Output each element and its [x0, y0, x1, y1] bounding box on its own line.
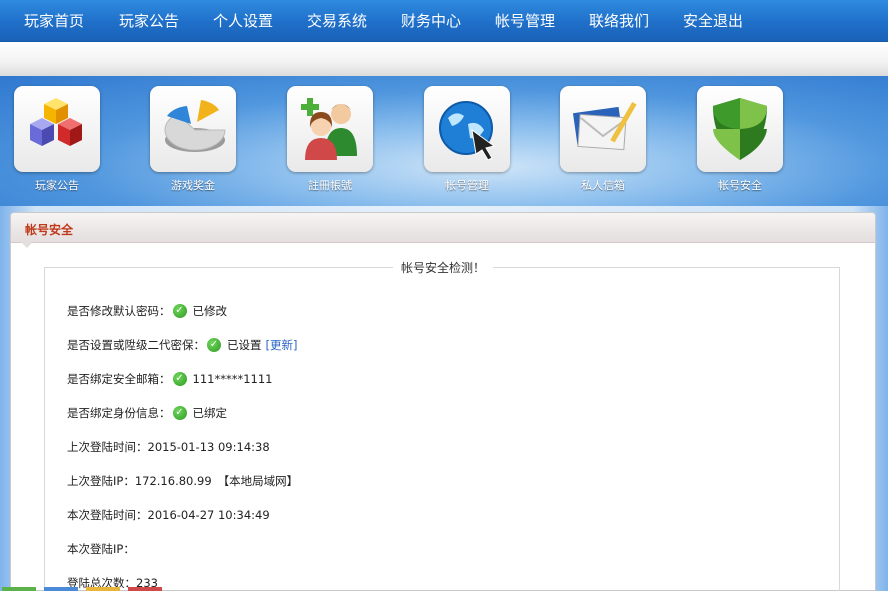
shortcut-label: 帐号安全 — [718, 179, 762, 192]
shortcut-game-bonus[interactable] — [150, 86, 236, 172]
current-login-time-label: 本次登陆时间： — [67, 508, 148, 522]
current-login-ip-label: 本次登陆IP： — [67, 542, 135, 556]
last-login-ip-value: 172.16.80.99 — [134, 474, 212, 488]
security-check-fieldset: 帐号安全检测！ 是否修改默认密码： ✓ 已修改 是否设置或陞级二代密保： ✓ 已… — [44, 259, 840, 591]
bottom-tab-yellow — [86, 587, 120, 591]
bottom-tab-green — [2, 587, 36, 591]
shortcut-label: 註冊帳號 — [308, 179, 352, 192]
check-icon: ✓ — [172, 372, 187, 386]
check-icon: ✓ — [172, 304, 187, 318]
shortcut-label: 游戏奖金 — [171, 179, 215, 192]
pie-chart-icon — [164, 100, 226, 152]
shortcut-label: 帐号管理 — [445, 179, 489, 192]
nav-account-management[interactable]: 帐号管理 — [495, 10, 555, 31]
identity-check-label: 是否绑定身份信息： — [67, 406, 171, 420]
nav-contact-us[interactable]: 联络我们 — [589, 10, 649, 31]
account-security-panel: 帐号安全 帐号安全检测！ 是否修改默认密码： ✓ 已修改 是否设置或陞级二代密保… — [10, 212, 876, 591]
nav-personal-settings[interactable]: 个人设置 — [213, 10, 273, 31]
last-login-time-value: 2015-01-13 09:14:38 — [147, 440, 270, 454]
check-icon: ✓ — [172, 406, 187, 420]
current-login-time-row: 本次登陆时间： 2016-04-27 10:34:49 — [67, 506, 270, 524]
shield-icon — [713, 98, 767, 160]
nav-trading[interactable]: 交易系统 — [307, 10, 367, 31]
check-icon: ✓ — [207, 338, 221, 352]
nav-announcements[interactable]: 玩家公告 — [119, 10, 179, 31]
shortcut-private-mailbox[interactable] — [560, 86, 646, 172]
globe-cursor-icon — [439, 101, 496, 161]
bottom-tab-blue — [44, 587, 78, 591]
shortcut-register-account[interactable] — [287, 86, 373, 172]
email-check-label: 是否绑定安全邮箱： — [67, 372, 171, 386]
identity-check-row: 是否绑定身份信息： ✓ 已绑定 — [67, 404, 227, 422]
sub-header-strip — [0, 42, 888, 76]
last-login-ip-row: 上次登陆IP： 172.16.80.99 【本地局域网】 — [67, 472, 298, 490]
panel-title: 帐号安全 — [25, 223, 74, 237]
email-check-value: 111*****1111 — [192, 372, 273, 386]
nav-logout[interactable]: 安全退出 — [683, 10, 743, 31]
shortcut-label: 玩家公告 — [35, 179, 79, 192]
shortcut-account-security[interactable] — [697, 86, 783, 172]
last-login-ip-label: 上次登陆IP： — [67, 474, 135, 488]
password-check-row: 是否修改默认密码： ✓ 已修改 — [67, 302, 227, 320]
secpass-update-link[interactable]: [更新] — [266, 337, 298, 353]
secpass-check-value: 已设置 — [227, 338, 262, 352]
last-login-time-label: 上次登陆时间： — [67, 440, 148, 454]
add-users-icon — [301, 98, 357, 160]
password-check-label: 是否修改默认密码： — [67, 304, 171, 318]
secpass-check-row: 是否设置或陞级二代密保： ✓ 已设置 [更新] — [67, 336, 297, 354]
panel-header-pointer — [21, 242, 33, 248]
nav-home[interactable]: 玩家首页 — [24, 10, 84, 31]
current-login-time-value: 2016-04-27 10:34:49 — [147, 508, 270, 522]
bottom-tab-red — [128, 587, 162, 591]
secpass-check-label: 是否设置或陞级二代密保： — [67, 338, 205, 352]
password-check-value: 已修改 — [192, 304, 228, 318]
mail-icon — [572, 101, 637, 151]
shortcut-account-management[interactable] — [424, 86, 510, 172]
shortcut-label: 私人信箱 — [581, 179, 625, 192]
identity-check-value: 已绑定 — [192, 406, 228, 420]
nav-finance[interactable]: 财务中心 — [401, 10, 461, 31]
email-check-row: 是否绑定安全邮箱： ✓ 111*****1111 — [67, 370, 272, 388]
last-login-time-row: 上次登陆时间： 2015-01-13 09:14:38 — [67, 438, 270, 456]
security-check-legend: 帐号安全检测！ — [401, 261, 486, 275]
shortcut-band: 玩家公告 游戏奖金 註冊帳號 帐号管理 私人信箱 帐号安全 — [0, 76, 888, 206]
top-nav: 玩家首页 玩家公告 个人设置 交易系统 财务中心 帐号管理 联络我们 安全退出 — [0, 0, 888, 42]
last-login-ip-note: 【本地局域网】 — [217, 474, 299, 488]
cubes-icon — [30, 98, 82, 146]
shortcut-announcements[interactable] — [14, 86, 100, 172]
current-login-ip-row: 本次登陆IP： — [67, 540, 135, 558]
panel-header: 帐号安全 — [11, 213, 875, 248]
